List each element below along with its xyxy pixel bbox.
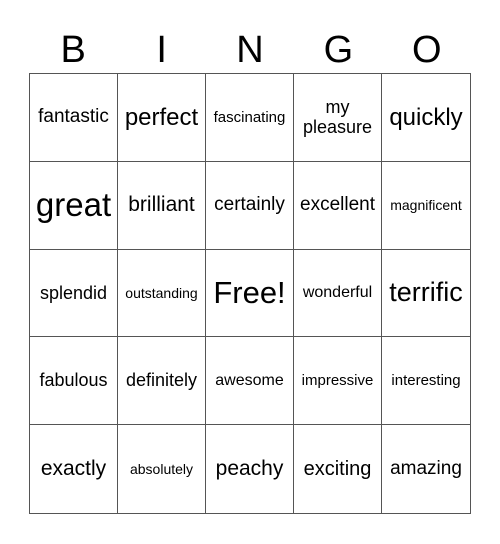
bingo-card-grid: fantastic perfect fascinating my pleasur… xyxy=(29,73,471,514)
bingo-cell[interactable]: quickly xyxy=(382,74,470,162)
bingo-cell[interactable]: excellent xyxy=(294,161,382,250)
bingo-cell[interactable]: terrific xyxy=(382,250,470,338)
bingo-cell[interactable]: perfect xyxy=(118,74,206,162)
bingo-cell[interactable]: awesome xyxy=(206,337,294,426)
bingo-cell[interactable]: my pleasure xyxy=(294,74,382,162)
bingo-cell[interactable]: exciting xyxy=(294,425,382,513)
bingo-cell[interactable]: splendid xyxy=(30,249,118,338)
bingo-cell[interactable]: fantastic xyxy=(30,74,118,162)
bingo-cell[interactable]: peachy xyxy=(206,425,294,513)
bingo-cell[interactable]: magnificent xyxy=(382,162,470,250)
bingo-cell[interactable]: impressive xyxy=(294,337,382,426)
header-letter-i: I xyxy=(156,29,167,71)
bingo-cell[interactable]: definitely xyxy=(118,337,206,426)
bingo-cell[interactable]: wonderful xyxy=(294,249,382,338)
bingo-cell[interactable]: exactly xyxy=(30,425,118,513)
header-letter-n: N xyxy=(236,29,264,71)
bingo-cell[interactable]: absolutely xyxy=(118,425,206,513)
bingo-header: B I N G O xyxy=(29,28,471,72)
bingo-cell[interactable]: certainly xyxy=(206,161,294,250)
bingo-cell[interactable]: interesting xyxy=(382,337,470,426)
free-space-cell[interactable]: Free! xyxy=(206,249,294,338)
bingo-cell[interactable]: amazing xyxy=(382,425,470,513)
bingo-cell[interactable]: fascinating xyxy=(206,74,294,162)
bingo-cell[interactable]: brilliant xyxy=(118,161,206,250)
bingo-cell[interactable]: fabulous xyxy=(30,337,118,426)
header-letter-g: G xyxy=(323,29,354,71)
bingo-cell[interactable]: outstanding xyxy=(118,249,206,338)
header-letter-b: B xyxy=(60,29,86,71)
header-letter-o: O xyxy=(412,29,442,71)
bingo-cell[interactable]: great xyxy=(30,161,118,250)
